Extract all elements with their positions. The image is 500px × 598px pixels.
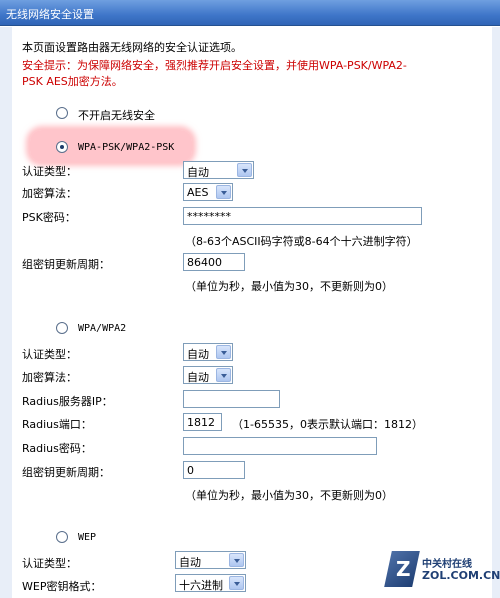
wpa-psk-password-hint: （8-63个ASCII码字符或8-64个十六进制字符） xyxy=(185,235,418,248)
zol-logo-letter: Z xyxy=(396,557,411,581)
wpa-psk-password-label: PSK密码： xyxy=(22,211,76,224)
wep-auth-type-label: 认证类型： xyxy=(22,557,77,570)
zol-watermark-logo: Z 中关村在线 ZOL.COM.CN xyxy=(384,551,500,591)
wep-auth-type-value: 自动 xyxy=(179,556,201,569)
radius-port-hint: （1-65535，0表示默认端口：1812） xyxy=(232,418,423,431)
wpa-psk-encryption-value: AES xyxy=(187,186,209,199)
wpa-encryption-select[interactable]: 自动 xyxy=(183,366,233,384)
no-security-label: 不开启无线安全 xyxy=(78,109,155,122)
window-titlebar: 无线网络安全设置 xyxy=(0,0,500,26)
chevron-down-icon xyxy=(216,368,231,382)
wpa-group-key-hint: （单位为秒，最小值为30，不更新则为0） xyxy=(185,489,393,502)
wep-key-format-value: 十六进制 xyxy=(179,579,223,592)
chevron-down-icon xyxy=(237,163,252,177)
wpa-auth-type-label: 认证类型： xyxy=(22,348,77,361)
intro-text: 本页面设置路由器无线网络的安全认证选项。 xyxy=(22,41,242,54)
wpa-encryption-label: 加密算法： xyxy=(22,371,77,384)
settings-panel xyxy=(0,27,500,598)
wpa-psk-auth-type-select[interactable]: 自动 xyxy=(183,161,254,179)
wpa-psk-label: WPA-PSK/WPA2-PSK xyxy=(78,142,175,153)
wep-key-format-label: WEP密钥格式： xyxy=(22,580,102,593)
wpa-psk-auth-type-value: 自动 xyxy=(187,166,209,179)
radius-password-input[interactable] xyxy=(183,437,377,455)
wpa-psk-encryption-select[interactable]: AES xyxy=(183,183,233,201)
no-security-radio[interactable] xyxy=(56,107,68,119)
radius-port-input[interactable]: 1812 xyxy=(183,413,222,431)
security-warning-line1: 安全提示：为保障网络安全，强烈推荐开启安全设置，并使用WPA-PSK/WPA2- xyxy=(22,59,407,72)
chevron-down-icon xyxy=(216,185,231,199)
wep-label: WEP xyxy=(78,532,97,543)
wpa-group-key-label: 组密钥更新周期： xyxy=(22,466,110,479)
zol-logo-cn: 中关村在线 xyxy=(422,559,472,570)
wpa-psk-group-key-input[interactable]: 86400 xyxy=(183,253,245,271)
radius-port-label: Radius端口： xyxy=(22,418,92,431)
zol-logo-en: ZOL.COM.CN xyxy=(422,569,500,582)
wep-auth-type-select[interactable]: 自动 xyxy=(175,551,246,569)
wpa-encryption-value: 自动 xyxy=(187,371,209,384)
security-warning-line2: PSK AES加密方法。 xyxy=(22,75,123,88)
wpa-psk-password-input[interactable]: ******** xyxy=(183,207,422,225)
radius-ip-label: Radius服务器IP： xyxy=(22,395,113,408)
radius-ip-input[interactable] xyxy=(183,390,280,408)
chevron-down-icon xyxy=(229,576,244,590)
wpa-psk-encryption-label: 加密算法： xyxy=(22,187,77,200)
window-title: 无线网络安全设置 xyxy=(6,8,94,21)
wpa-enterprise-label: WPA/WPA2 xyxy=(78,323,127,334)
wep-radio[interactable] xyxy=(56,531,68,543)
wpa-psk-radio[interactable] xyxy=(56,141,68,153)
wpa-psk-auth-type-label: 认证类型： xyxy=(22,165,77,178)
wpa-enterprise-radio[interactable] xyxy=(56,322,68,334)
chevron-down-icon xyxy=(229,553,244,567)
wpa-group-key-input[interactable]: 0 xyxy=(183,461,245,479)
wpa-auth-type-value: 自动 xyxy=(187,348,209,361)
radius-password-label: Radius密码： xyxy=(22,442,92,455)
wpa-auth-type-select[interactable]: 自动 xyxy=(183,343,233,361)
wep-key-format-select[interactable]: 十六进制 xyxy=(175,574,246,592)
wpa-psk-group-key-hint: （单位为秒，最小值为30，不更新则为0） xyxy=(185,280,393,293)
chevron-down-icon xyxy=(216,345,231,359)
wpa-psk-group-key-label: 组密钥更新周期： xyxy=(22,258,110,271)
